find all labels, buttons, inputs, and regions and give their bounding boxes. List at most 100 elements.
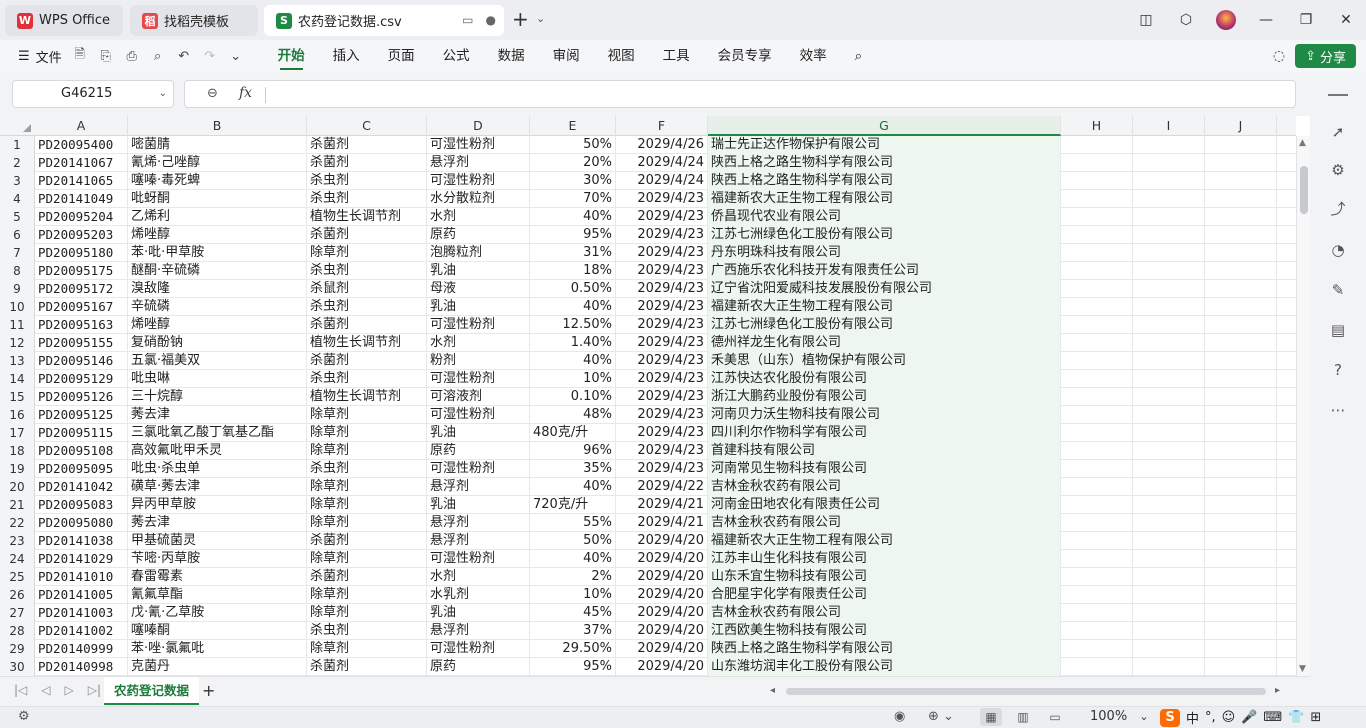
cell-formulation[interactable]: 原药 bbox=[427, 442, 530, 460]
cell-content[interactable]: 0.10% bbox=[530, 388, 616, 406]
tools-icon[interactable]: ✎ bbox=[1328, 280, 1348, 300]
cell-date[interactable]: 2029/4/21 bbox=[616, 496, 708, 514]
cell-reg-no[interactable]: PD20141042 bbox=[35, 478, 128, 496]
cell-product-name[interactable]: 磺草·莠去津 bbox=[128, 478, 307, 496]
cell-date[interactable]: 2029/4/24 bbox=[616, 154, 708, 172]
cell-empty[interactable] bbox=[1205, 424, 1277, 442]
cell-date[interactable]: 2029/4/20 bbox=[616, 658, 708, 676]
tab-review[interactable]: 审阅 bbox=[539, 40, 594, 72]
cell-empty[interactable] bbox=[1061, 496, 1133, 514]
layout-icon[interactable]: ⊕ ⌄ bbox=[928, 709, 954, 724]
cell-company[interactable]: 合肥星宇化学有限责任公司 bbox=[708, 586, 1061, 604]
row-number[interactable]: 15 bbox=[0, 388, 35, 406]
cell-formulation[interactable]: 悬浮剂 bbox=[427, 514, 530, 532]
column-header-d[interactable]: D bbox=[427, 116, 530, 136]
cell-reg-no[interactable]: PD20095155 bbox=[35, 334, 128, 352]
cell-date[interactable]: 2029/4/23 bbox=[616, 262, 708, 280]
cell-company[interactable]: 江苏七洲绿色化工股份有限公司 bbox=[708, 226, 1061, 244]
cell-formulation[interactable]: 母液 bbox=[427, 280, 530, 298]
cell-empty[interactable] bbox=[1133, 244, 1205, 262]
cell-empty[interactable] bbox=[1205, 226, 1277, 244]
cell-empty[interactable] bbox=[1205, 190, 1277, 208]
cell-reg-no[interactable]: PD20095172 bbox=[35, 280, 128, 298]
cell-reg-no[interactable]: PD20095083 bbox=[35, 496, 128, 514]
cell-empty[interactable] bbox=[1133, 604, 1205, 622]
cell-product-name[interactable]: 噻嗪·毒死蜱 bbox=[128, 172, 307, 190]
cell-company[interactable]: 山东潍坊润丰化工股份有限公司 bbox=[708, 658, 1061, 676]
cell-empty[interactable] bbox=[1205, 550, 1277, 568]
column-header-b[interactable]: B bbox=[128, 116, 307, 136]
cell-empty[interactable] bbox=[1061, 334, 1133, 352]
cell-content[interactable]: 95% bbox=[530, 658, 616, 676]
cell-empty[interactable] bbox=[1133, 262, 1205, 280]
cell-formulation[interactable]: 水乳剂 bbox=[427, 586, 530, 604]
cell-product-name[interactable]: 甲基硫菌灵 bbox=[128, 532, 307, 550]
cell-empty[interactable] bbox=[1133, 406, 1205, 424]
cell-empty[interactable] bbox=[1205, 208, 1277, 226]
cell-category[interactable]: 除草剂 bbox=[307, 550, 427, 568]
cell-category[interactable]: 杀菌剂 bbox=[307, 352, 427, 370]
cell-reg-no[interactable]: PD20095204 bbox=[35, 208, 128, 226]
cell-content[interactable]: 0.50% bbox=[530, 280, 616, 298]
cell-empty[interactable] bbox=[1133, 226, 1205, 244]
cell-empty[interactable] bbox=[1205, 334, 1277, 352]
cell-empty[interactable] bbox=[1061, 478, 1133, 496]
cell-content[interactable]: 48% bbox=[530, 406, 616, 424]
row-number[interactable]: 28 bbox=[0, 622, 35, 640]
cell-date[interactable]: 2029/4/20 bbox=[616, 586, 708, 604]
cell-content[interactable]: 10% bbox=[530, 586, 616, 604]
cell-product-name[interactable]: 三氯吡氧乙酸丁氧基乙酯 bbox=[128, 424, 307, 442]
cell-empty[interactable] bbox=[1133, 640, 1205, 658]
cube-icon[interactable]: ⬡ bbox=[1166, 12, 1206, 28]
cell-empty[interactable] bbox=[1133, 136, 1205, 154]
cell-empty[interactable] bbox=[1205, 658, 1277, 676]
cell-formulation[interactable]: 乳油 bbox=[427, 604, 530, 622]
cell-date[interactable]: 2029/4/23 bbox=[616, 316, 708, 334]
keyboard-icon[interactable]: ⌨ bbox=[1263, 710, 1282, 725]
cell-date[interactable]: 2029/4/23 bbox=[616, 388, 708, 406]
cell-product-name[interactable]: 氰氟草酯 bbox=[128, 586, 307, 604]
cell-company[interactable]: 陕西上格之路生物科学有限公司 bbox=[708, 640, 1061, 658]
cell-empty[interactable] bbox=[1205, 640, 1277, 658]
tab-efficiency[interactable]: 效率 bbox=[786, 40, 841, 72]
cell-date[interactable]: 2029/4/23 bbox=[616, 280, 708, 298]
cell-company[interactable]: 吉林金秋农药有限公司 bbox=[708, 478, 1061, 496]
cell-company[interactable]: 河南贝力沃生物科技有限公司 bbox=[708, 406, 1061, 424]
share-button[interactable]: ⇪ 分享 bbox=[1295, 44, 1356, 68]
monitor-icon[interactable]: ▭ bbox=[462, 13, 473, 27]
cell-empty[interactable] bbox=[1133, 190, 1205, 208]
cell-reg-no[interactable]: PD20095180 bbox=[35, 244, 128, 262]
cell-date[interactable]: 2029/4/23 bbox=[616, 370, 708, 388]
row-number[interactable]: 2 bbox=[0, 154, 35, 172]
cell-company[interactable]: 福建新农大正生物工程有限公司 bbox=[708, 298, 1061, 316]
cell-category[interactable]: 杀虫剂 bbox=[307, 298, 427, 316]
cell-reg-no[interactable]: PD20095163 bbox=[35, 316, 128, 334]
sheet-tab[interactable]: 农药登记数据 bbox=[104, 677, 200, 705]
cell-empty[interactable] bbox=[1205, 460, 1277, 478]
cell-empty[interactable] bbox=[1061, 658, 1133, 676]
column-header-f[interactable]: F bbox=[616, 116, 708, 136]
cell-empty[interactable] bbox=[1061, 136, 1133, 154]
cell-empty[interactable] bbox=[1061, 442, 1133, 460]
cell-content[interactable]: 31% bbox=[530, 244, 616, 262]
cell-category[interactable]: 除草剂 bbox=[307, 478, 427, 496]
cell-product-name[interactable]: 嘧菌腈 bbox=[128, 136, 307, 154]
cell-company[interactable]: 浙江大鹏药业股份有限公司 bbox=[708, 388, 1061, 406]
cell-category[interactable]: 杀菌剂 bbox=[307, 658, 427, 676]
cell-category[interactable]: 除草剂 bbox=[307, 496, 427, 514]
cell-content[interactable]: 50% bbox=[530, 532, 616, 550]
cell-reg-no[interactable]: PD20095203 bbox=[35, 226, 128, 244]
cell-category[interactable]: 杀鼠剂 bbox=[307, 280, 427, 298]
cell-product-name[interactable]: 五氯·福美双 bbox=[128, 352, 307, 370]
cell-product-name[interactable]: 溴敌隆 bbox=[128, 280, 307, 298]
column-header-i[interactable]: I bbox=[1133, 116, 1205, 136]
scroll-right-icon[interactable]: ▸ bbox=[1275, 685, 1280, 696]
cell-empty[interactable] bbox=[1133, 460, 1205, 478]
cell-category[interactable]: 除草剂 bbox=[307, 424, 427, 442]
cell-content[interactable]: 480克/升 bbox=[530, 424, 616, 442]
sidebar-toggle-icon[interactable]: ◫ bbox=[1126, 12, 1166, 28]
cell-company[interactable]: 河南常见生物科技有限公司 bbox=[708, 460, 1061, 478]
cell-formulation[interactable]: 乳油 bbox=[427, 424, 530, 442]
restore-icon[interactable]: ❐ bbox=[1286, 12, 1326, 28]
chevron-down-icon[interactable]: ⌄ bbox=[159, 81, 167, 107]
